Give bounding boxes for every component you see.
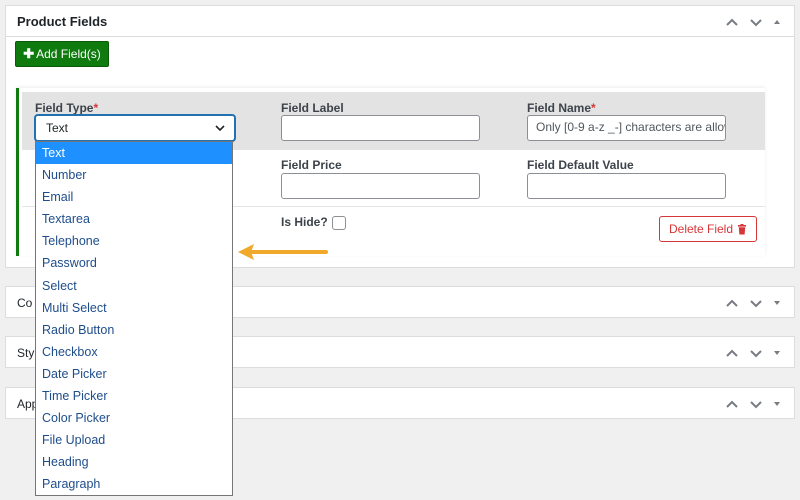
- field-type-dropdown[interactable]: Text Number Email Textarea Telephone Password…: [35, 141, 233, 496]
- panel-controls: [724, 287, 782, 319]
- dropdown-option[interactable]: Color Picker: [36, 407, 232, 429]
- dropdown-option[interactable]: Password: [36, 252, 232, 274]
- field-name-label: Field Name*: [527, 101, 596, 115]
- dropdown-option[interactable]: Number: [36, 164, 232, 186]
- plus-icon: ✚: [23, 46, 35, 61]
- chevron-up-icon[interactable]: [724, 295, 740, 311]
- field-name-input[interactable]: Only [0-9 a-z _-] characters are allowed: [527, 115, 726, 141]
- expand-toggle-icon[interactable]: [772, 348, 782, 358]
- panel-title: Product Fields: [6, 6, 794, 37]
- dropdown-option[interactable]: Date Picker: [36, 363, 232, 385]
- panel-controls: [724, 337, 782, 369]
- chevron-up-icon[interactable]: [724, 396, 740, 412]
- dropdown-option[interactable]: Paragraph: [36, 473, 232, 495]
- chevron-down-icon[interactable]: [748, 14, 764, 30]
- add-fields-button[interactable]: ✚ Add Field(s): [15, 41, 109, 67]
- field-type-select[interactable]: Text: [35, 115, 235, 141]
- is-hide-checkbox[interactable]: [332, 216, 346, 230]
- add-fields-label: Add Field(s): [36, 47, 101, 61]
- dropdown-option[interactable]: File Upload: [36, 429, 232, 451]
- panel-title: Co: [17, 296, 33, 310]
- dropdown-option[interactable]: Textarea: [36, 208, 232, 230]
- dropdown-option[interactable]: Multi Select: [36, 297, 232, 319]
- chevron-up-icon[interactable]: [724, 14, 740, 30]
- field-type-label: Field Type*: [35, 101, 99, 115]
- panel-controls: [724, 388, 782, 420]
- dropdown-option[interactable]: Checkbox: [36, 341, 232, 363]
- is-hide-label: Is Hide?: [281, 215, 328, 229]
- panel-controls: [724, 6, 782, 38]
- field-price-input[interactable]: [281, 173, 480, 199]
- field-default-label: Field Default Value: [527, 158, 634, 172]
- chevron-down-icon: [215, 125, 225, 132]
- chevron-up-icon[interactable]: [724, 345, 740, 361]
- dropdown-option[interactable]: Heading: [36, 451, 232, 473]
- dropdown-option[interactable]: Time Picker: [36, 385, 232, 407]
- field-label-label: Field Label: [281, 101, 344, 115]
- collapse-toggle-icon[interactable]: [772, 17, 782, 27]
- annotation-arrow-icon: [238, 244, 328, 260]
- dropdown-option[interactable]: Email: [36, 186, 232, 208]
- field-price-label: Field Price: [281, 158, 342, 172]
- expand-toggle-icon[interactable]: [772, 298, 782, 308]
- dropdown-option[interactable]: Telephone: [36, 230, 232, 252]
- dropdown-option[interactable]: Text: [36, 142, 232, 165]
- expand-toggle-icon[interactable]: [772, 399, 782, 409]
- trash-icon: [738, 223, 747, 234]
- chevron-down-icon[interactable]: [748, 295, 764, 311]
- field-label-input[interactable]: [281, 115, 480, 141]
- delete-field-label: Delete Field: [668, 222, 734, 236]
- chevron-down-icon[interactable]: [748, 396, 764, 412]
- chevron-down-icon[interactable]: [748, 345, 764, 361]
- field-type-value: Text: [46, 121, 69, 135]
- dropdown-option[interactable]: Radio Button: [36, 319, 232, 341]
- field-default-input[interactable]: [527, 173, 726, 199]
- panel-title: Sty: [17, 346, 35, 360]
- delete-field-button[interactable]: Delete Field: [659, 216, 757, 242]
- dropdown-option[interactable]: Select: [36, 275, 232, 297]
